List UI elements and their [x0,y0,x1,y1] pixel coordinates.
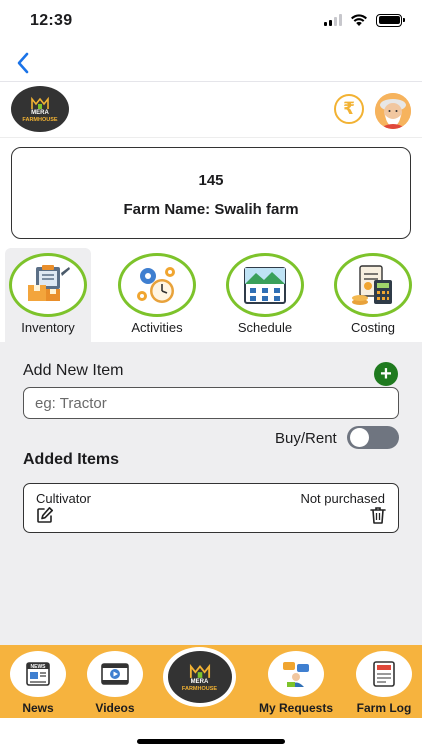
farm-info-card: 145 Farm Name: Swalih farm [11,147,411,239]
logo-text-mera: MERA [31,109,49,116]
tab-farm-log[interactable]: Farm Log [356,645,412,718]
news-icon: NEWS [26,662,50,686]
item-name-input[interactable] [23,387,399,419]
edit-icon[interactable] [36,506,54,524]
costing-icon [352,265,392,305]
added-items-heading: Added Items [23,451,120,468]
farm-id: 145 [198,172,224,189]
tab-label: Activities [131,320,183,335]
cellular-signal-icon [324,14,342,26]
logo-text-mera: MERA [190,678,209,685]
home-logo-button[interactable]: MERA FARMHOUSE [163,647,236,707]
schedule-icon [244,267,286,304]
tab-label: Videos [95,701,135,715]
tab-inventory[interactable]: Inventory [5,248,91,342]
list-item: Cultivator Not purchased [23,483,399,533]
back-button[interactable] [8,48,38,78]
add-new-item-heading: Add New Item [23,362,124,379]
item-status: Not purchased [300,491,385,506]
status-icons [324,13,405,27]
farmhouse-mark-icon [31,96,49,109]
buy-rent-toggle[interactable] [347,426,399,449]
tab-activities[interactable]: Activities [114,248,200,342]
inventory-icon [28,265,70,301]
chevron-left-icon [17,52,29,74]
tab-costing[interactable]: Costing [330,248,416,342]
tab-videos[interactable]: Videos [87,645,143,718]
status-bar: 12:39 [0,0,422,44]
app-header: MERA FARMHOUSE ₹ [0,82,422,138]
activities-icon [137,267,175,303]
rupee-icon[interactable]: ₹ [334,94,364,124]
inventory-panel: Add New Item + Buy/Rent Added Items Cult… [0,342,422,645]
tab-label: Inventory [21,320,75,335]
tab-label: My Requests [258,701,334,715]
logo-text-farmhouse: FARMHOUSE [181,685,218,692]
tab-schedule[interactable]: Schedule [222,248,308,342]
category-tabs: Inventory Activities Schedule Costing [0,248,422,342]
battery-icon [376,13,405,27]
navigation-bar [0,44,422,82]
tab-label: Schedule [237,320,293,335]
profile-avatar[interactable] [375,93,411,129]
farm-log-icon [373,661,395,687]
farmhouse-mark-icon [189,663,210,678]
tab-my-requests[interactable]: My Requests [259,645,333,718]
status-time: 12:39 [30,12,73,29]
buy-rent-label: Buy/Rent [275,430,337,447]
farm-name: Farm Name: Swalih farm [123,201,299,218]
item-name: Cultivator [36,491,91,506]
svg-text:NEWS: NEWS [31,664,47,670]
farmer-avatar-icon [375,93,411,129]
mera-farmhouse-logo[interactable]: MERA FARMHOUSE [11,86,69,132]
wifi-icon [351,14,367,26]
mera-farmhouse-logo: MERA FARMHOUSE [167,651,232,703]
home-indicator-area [0,718,422,750]
videos-icon [101,663,129,685]
requests-icon [283,662,309,687]
logo-text-farmhouse: FARMHOUSE [22,116,58,123]
add-item-button[interactable]: + [374,362,398,386]
trash-icon[interactable] [370,506,386,524]
home-indicator[interactable] [137,739,285,744]
toggle-knob [350,428,369,447]
tab-label: Costing [350,320,396,335]
tab-news[interactable]: NEWS News [10,645,66,718]
tab-label: Farm Log [356,701,412,715]
